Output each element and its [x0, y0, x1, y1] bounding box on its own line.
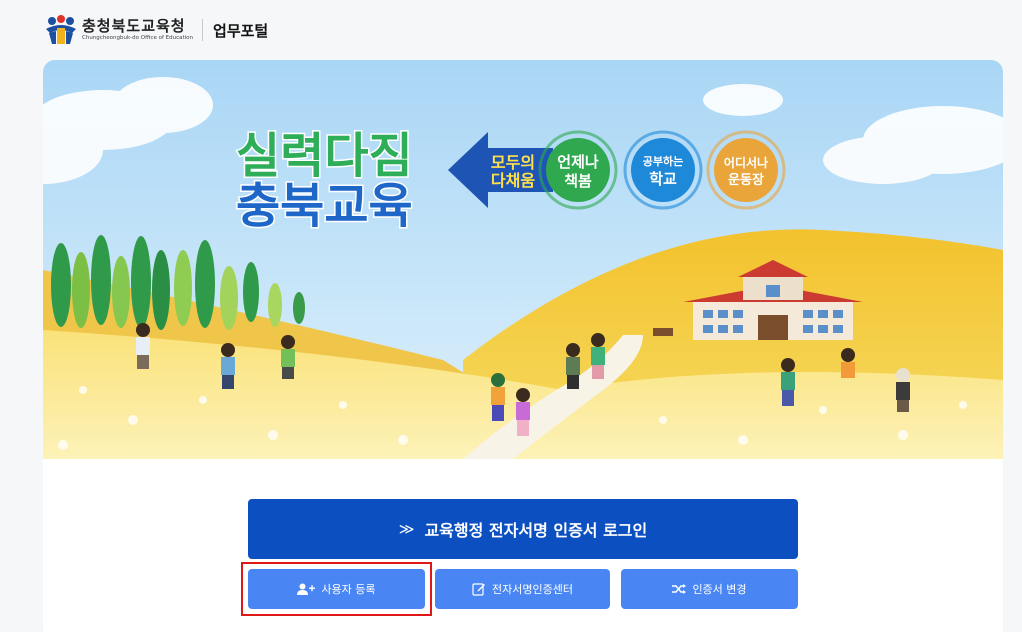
banner-headline-line2: 충북교육: [236, 178, 413, 234]
circle-1-line1: 언제나: [557, 153, 599, 171]
org-name: 충청북도교육청 Chungcheongbuk-do Office of Educ…: [82, 18, 193, 42]
certificate-login-button[interactable]: ≫ 교육행정 전자서명 인증서 로그인: [248, 499, 798, 559]
register-button-highlight: [241, 562, 432, 616]
circle-1-line2: 책봄: [564, 172, 592, 190]
promo-banner: 실력다짐 충북교육 모두의 다채움 언제나 책봄 공부하는 학교 어디서나 운동…: [43, 60, 1003, 459]
shuffle-icon: [672, 584, 687, 594]
certificate-login-label: 교육행정 전자서명 인증서 로그인: [424, 521, 648, 540]
header: 충청북도교육청 Chungcheongbuk-do Office of Educ…: [44, 12, 268, 48]
change-certificate-button[interactable]: 인증서 변경: [621, 569, 798, 609]
banner-circles: 언제나 책봄 공부하는 학교 어디서나 운동장: [538, 130, 786, 210]
banner-headline-line1: 실력다짐: [236, 128, 413, 184]
cert-center-button[interactable]: 전자서명인증센터: [435, 569, 610, 609]
education-office-logo-icon[interactable]: [44, 15, 78, 45]
cert-center-label: 전자서명인증센터: [492, 583, 573, 596]
edit-icon: [472, 583, 486, 596]
circle-3-line1: 어디서나: [724, 155, 768, 170]
circle-2-line2: 학교: [649, 170, 677, 188]
main-card: 실력다짐 충북교육 모두의 다채움 언제나 책봄 공부하는 학교 어디서나 운동…: [43, 60, 1003, 632]
portal-title: 업무포털: [213, 21, 269, 40]
org-name-english: Chungcheongbuk-do Office of Education: [82, 35, 194, 41]
banner-arrow-text-line2: 다채움: [491, 171, 535, 190]
circle-3-line2: 운동장: [728, 172, 764, 188]
banner-arrow-text-line1: 모두의: [491, 153, 535, 172]
change-certificate-label: 인증서 변경: [692, 583, 747, 596]
circle-2-line1: 공부하는: [643, 154, 683, 168]
double-chevron-right-icon: ≫: [398, 520, 415, 538]
org-name-korean: 충청북도교육청: [82, 17, 186, 35]
header-divider: [202, 19, 204, 41]
